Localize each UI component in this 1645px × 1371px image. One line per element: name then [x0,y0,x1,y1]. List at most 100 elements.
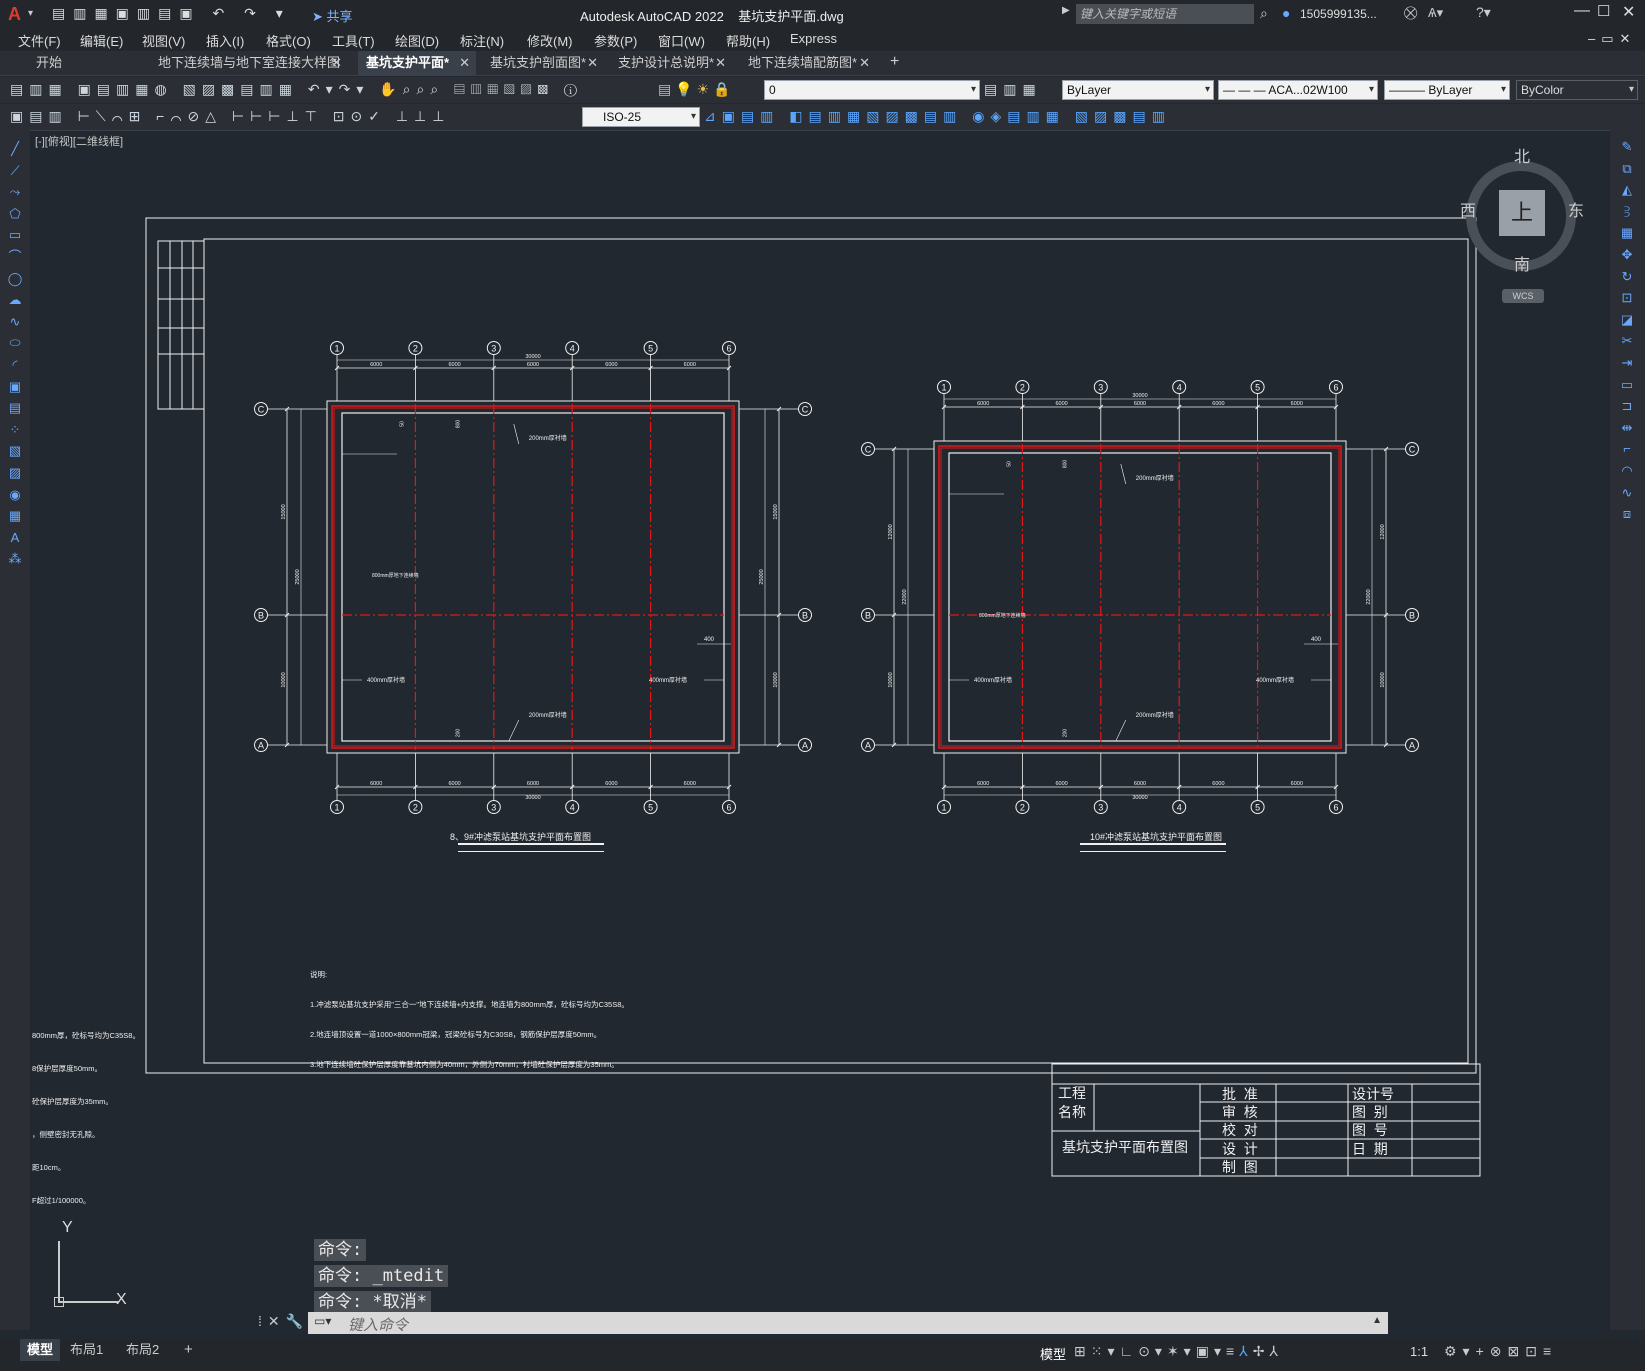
draw-tool-icons[interactable]: ╱ ⟋ ⤳ ⬠ ▭ ⌒ ◯ ☁ ∿ ⬭ ◜ ▣ ▤ ⁘ ▧ ▨ ◉ ▦ A ⁂ [7,138,23,570]
dim-text: 10000 [281,672,287,687]
modify-toolbar-icons[interactable]: ⊿▣▤▥ ◧▤▥▦▧▨▩▤▥ ◉◈▤▥▦ ▧▨▩▤▥ [704,108,1171,125]
menu-tools[interactable]: 工具(T) [332,31,375,50]
layer-tool-icons[interactable]: ▤▥▦ [984,81,1042,98]
close-tab-icon[interactable]: ✕ [859,51,870,75]
maximize-icon[interactable]: ☐ [1597,2,1610,20]
layout-tab-1[interactable]: 布局1 [70,1339,103,1361]
wcs-menu[interactable]: WCS [1502,289,1544,303]
axis-label: 1 [334,344,339,354]
ucs-y-label: Y [62,1219,73,1236]
menu-help[interactable]: 帮助(H) [726,31,770,50]
menu-edit[interactable]: 编辑(E) [80,31,123,50]
toolbar-row-1: ▤▥▦ ▣▤▥▦◍ ▧▨▩▤▥▦ ↶▾↷▾ ✋⌕⌕⌕ ▤▥▦▧▨▩ ⓘ ▤💡☀🔒… [0,77,1645,103]
menu-view[interactable]: 视图(V) [142,31,185,50]
plotstyle-dropdown[interactable]: ByColor ▾ [1516,80,1638,100]
layout-tab-model[interactable]: 模型 [20,1339,60,1361]
cut-off-notes: 800mm厚，砼标号均为C35S8。 8保护层厚度50mm。 砼保护层厚度为35… [32,1008,142,1228]
layer-state-icons[interactable]: ▤💡☀🔒 [658,81,735,98]
model-space-button[interactable]: 模型 [1040,1344,1066,1363]
linetype-dropdown[interactable]: — — — ACA...02W100 ▾ [1218,80,1378,100]
dim-text-total: 30000 [1132,393,1147,399]
dim-800: 800 [1062,460,1068,469]
user-icon[interactable]: ● [1282,5,1290,21]
dim-text-total: 30000 [1132,795,1147,801]
dim-200: 200 [1062,729,1068,738]
tab-diaphragm-detail[interactable]: 地下连续墙与地下室连接大样图 ✕ [150,51,348,75]
close-tab-icon[interactable]: ✕ [587,51,598,75]
annotation-scale[interactable]: 1:1 [1410,1344,1428,1359]
drafting-toggle-icons[interactable]: ⊞⁙▾∟⊙▾✶▾▣▾≡⅄✢⅄ [1074,1343,1283,1360]
autodesk-a360-icon[interactable]: Ѧ▾ [1428,5,1443,21]
tab-wall-reinforcement[interactable]: 地下连续墙配筋图* ✕ [740,51,876,75]
close-tab-icon[interactable]: ✕ [715,51,726,75]
cart-icon[interactable]: ⛒ [1404,5,1417,21]
help-icon[interactable]: ?▾ [1476,4,1491,21]
color-dropdown[interactable]: ByLayer ▾ [1062,80,1214,100]
search-input[interactable]: 键入关键字或短语 [1076,4,1254,24]
tab-pit-section[interactable]: 基坑支护剖面图* ✕ [482,51,604,75]
binding-table [157,240,205,410]
autocad-logo-icon[interactable]: A [8,4,21,25]
dim-text: 15000 [773,504,779,519]
command-input[interactable]: ▭▾ 键入命令 ▲ [308,1312,1388,1334]
dim-800: 800 [455,420,461,429]
share-button[interactable]: ➤ 共享 [312,6,353,25]
standard-toolbar-icons[interactable]: ▤▥▦ ▣▤▥▦◍ ▧▨▩▤▥▦ ↶▾↷▾ ✋⌕⌕⌕ ▤▥▦▧▨▩ ⓘ [10,81,583,98]
note-line: 3.地下连续墙砼保护层厚度靠基坑内侧为40mm，外侧为70mm，衬墙砼保护层厚度… [310,1060,619,1069]
status-tray-icons[interactable]: ⚙▾+⊗⊠⊡≡ [1444,1343,1557,1360]
lineweight-dropdown[interactable]: ——— ByLayer ▾ [1384,80,1510,100]
dimstyle-dropdown[interactable]: ISO-25 ▾ [582,107,700,127]
chevron-down-icon: ▾ [1500,84,1506,95]
dim-text-total: 25000 [759,569,765,584]
menu-express[interactable]: Express [790,31,837,46]
close-tab-icon[interactable]: ✕ [331,51,342,75]
app-menu-chevron-icon[interactable]: ▾ [28,8,33,19]
quick-access-icons[interactable]: ▤▥▦▣▥▤▣ ↶ ↷ ▾ [52,5,291,22]
close-icon[interactable]: ✕ [1622,2,1635,22]
add-layout-icon[interactable]: + [184,1339,193,1361]
command-line-controls[interactable]: ⁞✕🔧 [258,1313,309,1330]
menu-window[interactable]: 窗口(W) [658,31,705,50]
viewcube-west[interactable]: 西 [1460,197,1476,221]
tab-label: 基坑支护平面* [366,55,450,70]
axis-label: C [865,445,872,455]
new-tab-plus-icon[interactable]: + [890,53,899,71]
menu-insert[interactable]: 插入(I) [206,31,244,50]
viewcube-east[interactable]: 东 [1568,197,1584,221]
tab-label: 地下连续墙配筋图* [748,55,858,70]
right-title-underline [1080,843,1226,852]
dim-text: 6000 [527,362,539,368]
doc-window-controls[interactable]: –▭✕ [1588,31,1636,47]
drawing-canvas[interactable]: [-][俯视][二维线框] 6000 6000 6000 6000 6000 6000 60… [30,131,1610,1336]
menu-parametric[interactable]: 参数(P) [594,31,637,50]
viewcube-top-face[interactable]: 上 [1499,190,1545,236]
axis-label: 6 [1333,803,1338,813]
search-arrow-icon[interactable]: ▶ [1062,5,1070,16]
modify-tool-icons[interactable]: ✎ ⧉ ◭ ⫖ ▦ ✥ ↻ ⊡ ◪ ✂ ⇥ ▭ ⊐ ⇹ ⌐ ◠ ∿ ⧈ [1619,136,1635,525]
layer-dropdown[interactable]: 0 ▾ [764,80,980,100]
menu-file[interactable]: 文件(F) [18,31,61,50]
viewcube-north[interactable]: 北 [1514,143,1530,167]
menu-format[interactable]: 格式(O) [266,31,311,50]
file-tab-bar: 开始 地下连续墙与地下室连接大样图 ✕ 基坑支护平面* ✕ 基坑支护剖面图* ✕ 支护… [0,51,1645,76]
menu-draw[interactable]: 绘图(D) [395,31,439,50]
chevron-down-icon: ▾ [1368,84,1374,95]
minimize-icon[interactable]: — [1574,2,1590,20]
menu-dimension[interactable]: 标注(N) [460,31,504,50]
layout-tab-2[interactable]: 布局2 [126,1339,159,1361]
wall-red-inner [940,447,1340,747]
close-tab-icon[interactable]: ✕ [459,51,470,75]
viewcube-south[interactable]: 南 [1514,251,1530,275]
tab-start[interactable]: 开始 [28,51,146,75]
ucs-y-axis [58,1241,60,1301]
tab-pit-support-plan[interactable]: 基坑支护平面* ✕ [358,51,476,75]
tab-label: 地下连续墙与地下室连接大样图 [158,55,341,70]
command-history-toggle-icon[interactable]: ▲ [1372,1315,1382,1326]
tab-design-notes[interactable]: 支护设计总说明* ✕ [610,51,732,75]
dimension-toolbar-icons[interactable]: ▣▤▥ ⊢⟍⌒⊞ ⌐⌒⊘△ ⊢⊢⊢⊥⊤ ⊡⊙✓ ⊥⊥⊥ [10,108,450,125]
search-icon[interactable]: ⌕ [1260,5,1268,22]
menu-modify[interactable]: 修改(M) [527,31,573,50]
command-prompt-icon[interactable]: ▭▾ [314,1314,331,1328]
user-name[interactable]: 1505999135... [1300,7,1377,21]
lining-wall [948,452,1332,742]
